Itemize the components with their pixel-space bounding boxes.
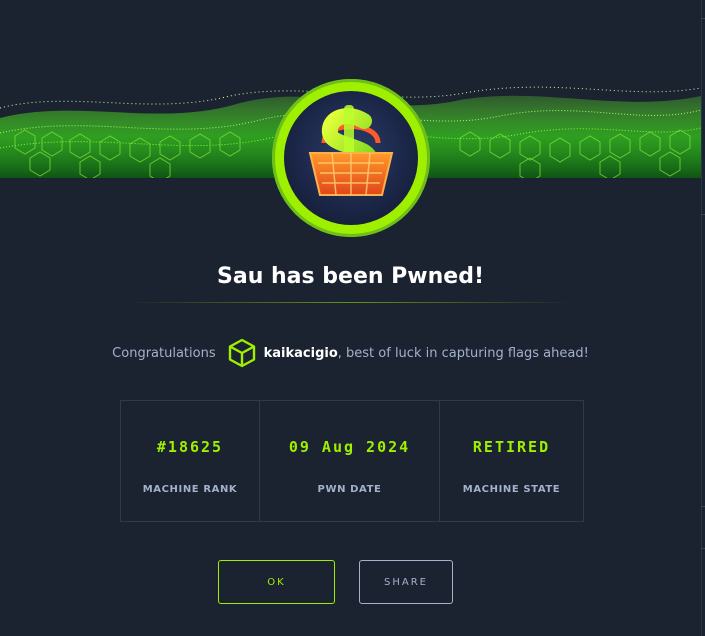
stats-panel: #18625 MACHINE RANK 09 Aug 2024 PWN DATE… [120,400,584,522]
share-button[interactable]: SHARE [359,560,453,604]
hackthebox-cube-icon [226,337,258,369]
stat-label: MACHINE STATE [462,483,561,495]
stat-value: RETIRED [472,437,551,456]
stat-label: PWN DATE [317,483,382,495]
username-link[interactable]: kaikacigio [264,346,338,361]
stat-machine-rank: #18625 MACHINE RANK [121,401,260,521]
pwned-modal: Sau has been Pwned! Congratulations kaik… [0,0,702,636]
stat-label: MACHINE RANK [142,483,238,495]
machine-avatar [272,79,430,237]
stat-machine-state: RETIRED MACHINE STATE [440,401,583,521]
congrats-suffix: , best of luck in capturing flags ahead! [337,345,589,361]
ok-button[interactable]: OK [218,560,335,604]
stat-value: #18625 [156,437,224,456]
title-divider [126,302,576,303]
shopping-basket-dollar-icon [308,105,394,196]
congrats-prefix: Congratulations [112,345,216,361]
stat-pwn-date: 09 Aug 2024 PWN DATE [260,401,440,521]
stat-value: 09 Aug 2024 [288,437,411,456]
congratulations-message: Congratulations kaikacigio, best of luck… [0,337,701,369]
page-title: Sau has been Pwned! [217,264,484,289]
